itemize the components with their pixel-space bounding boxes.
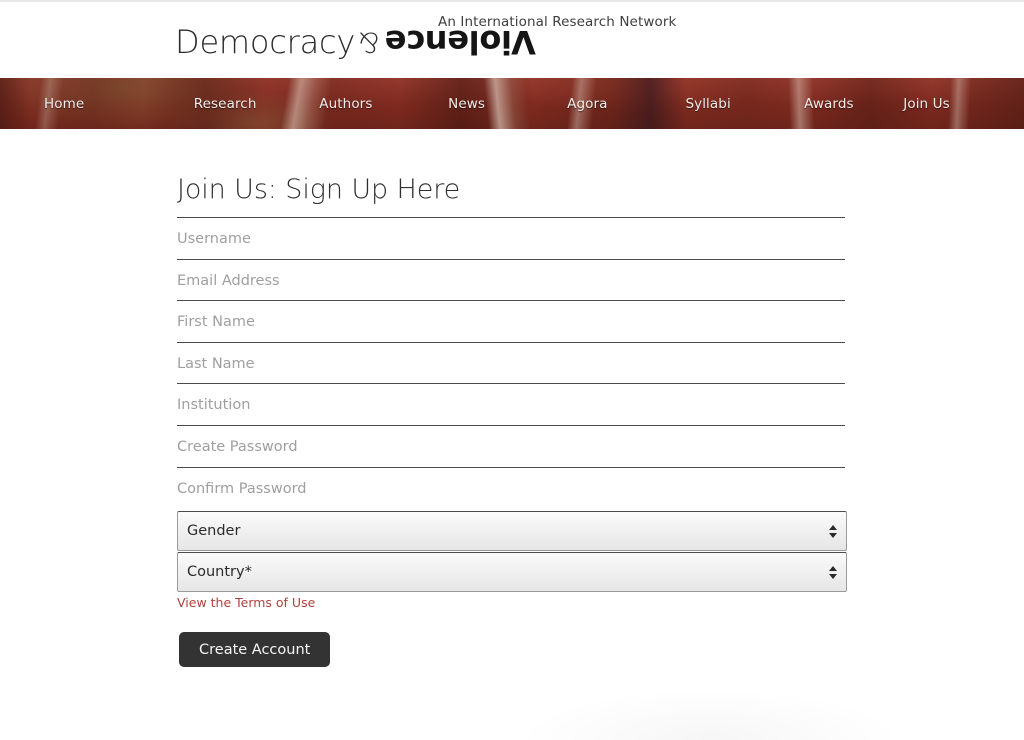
nav-item-research[interactable]: Research — [165, 78, 286, 129]
field-institution — [177, 383, 845, 425]
field-country: Country* — [177, 552, 847, 592]
main-navigation: Home Research Authors News Agora Syllabi… — [0, 78, 1024, 129]
create-password-input[interactable] — [177, 431, 845, 462]
gender-select[interactable]: Gender — [177, 511, 847, 551]
logo-word-democracy: Democracy — [175, 23, 356, 61]
create-account-button[interactable]: Create Account — [179, 632, 331, 667]
nav-item-news[interactable]: News — [406, 78, 527, 129]
site-header: An International Research Network Democr… — [0, 2, 1024, 78]
field-create-password — [177, 424, 845, 467]
field-last-name — [177, 341, 845, 384]
nav-item-syllabi[interactable]: Syllabi — [648, 78, 769, 129]
main-content: Join Us: Sign Up Here Username Email Add… — [0, 129, 1024, 740]
page-root: An International Research Network Democr… — [0, 0, 1024, 740]
select-group: Gender Country* — [177, 511, 847, 593]
email-input[interactable] — [177, 265, 845, 296]
field-username — [177, 217, 845, 259]
field-first-name — [177, 300, 845, 342]
nav-item-home[interactable]: Home — [0, 78, 165, 129]
nav-item-list: Home Research Authors News Agora Syllabi… — [0, 78, 1024, 129]
nav-item-authors[interactable]: Authors — [286, 78, 407, 129]
field-confirm-password — [177, 466, 845, 509]
page-title: Join Us: Sign Up Here — [177, 174, 461, 206]
logo-ampersand-icon: & — [358, 26, 381, 59]
field-email — [177, 258, 845, 301]
nav-item-agora[interactable]: Agora — [527, 78, 648, 129]
nav-item-join-us[interactable]: Join Us — [889, 78, 1024, 129]
institution-input[interactable] — [177, 390, 845, 421]
field-gender: Gender — [177, 511, 847, 551]
terms-of-use-link[interactable]: View the Terms of Use — [177, 595, 315, 610]
signup-form — [177, 217, 845, 508]
first-name-input[interactable] — [177, 307, 845, 338]
confirm-password-input[interactable] — [177, 473, 845, 504]
username-input[interactable] — [177, 224, 845, 254]
nav-item-awards[interactable]: Awards — [769, 78, 890, 129]
site-logo[interactable]: Democracy & Violence — [175, 23, 536, 66]
last-name-input[interactable] — [177, 348, 845, 379]
logo-word-violence: Violence — [385, 23, 536, 61]
country-select[interactable]: Country* — [177, 552, 847, 592]
